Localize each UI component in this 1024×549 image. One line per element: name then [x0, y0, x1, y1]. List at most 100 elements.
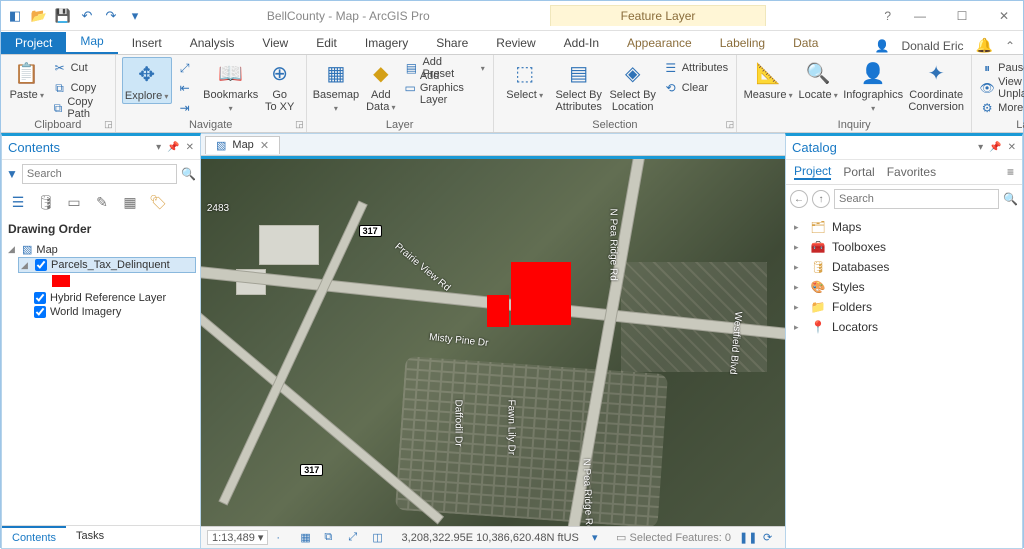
status-tool-4-icon[interactable]: ⤢: [348, 531, 364, 544]
status-tool-2-icon[interactable]: ▦: [300, 531, 316, 544]
clear-button[interactable]: ⟲Clear: [662, 79, 730, 97]
layer-visibility-checkbox[interactable]: [34, 292, 46, 304]
filter-icon[interactable]: ▼: [6, 167, 18, 181]
coords-menu-icon[interactable]: ▾: [592, 531, 608, 544]
catalog-item-maps[interactable]: ▸🗂Maps: [792, 217, 1016, 237]
tab-view[interactable]: View: [248, 32, 302, 54]
redo-icon[interactable]: ↷: [101, 6, 121, 26]
tab-addin[interactable]: Add-In: [550, 32, 613, 54]
catalog-search-input[interactable]: [834, 189, 999, 209]
viewunplaced-button[interactable]: 👁View Unplaced: [978, 79, 1024, 97]
expand-icon[interactable]: ▸: [794, 262, 804, 273]
expand-icon[interactable]: ▸: [794, 282, 804, 293]
addgraphics-button[interactable]: ▭Add Graphics Layer: [402, 79, 486, 97]
tab-labeling[interactable]: Labeling: [706, 32, 779, 54]
open-project-icon[interactable]: 📂: [29, 6, 49, 26]
navigate-launcher-icon[interactable]: ◲: [295, 119, 304, 130]
list-labeling-icon[interactable]: 🏷: [148, 192, 168, 212]
map-tab[interactable]: ▧ Map ✕: [205, 136, 280, 154]
attributes-button[interactable]: ☰Attributes: [662, 59, 730, 77]
basemap-button[interactable]: ▦Basemap: [313, 57, 359, 115]
expand-icon[interactable]: ▸: [794, 242, 804, 253]
tab-imagery[interactable]: Imagery: [351, 32, 422, 54]
bottom-tab-tasks[interactable]: Tasks: [66, 526, 114, 548]
app-menu-icon[interactable]: ◧: [5, 6, 25, 26]
catalog-item-toolboxes[interactable]: ▸🧰Toolboxes: [792, 237, 1016, 257]
selection-launcher-icon[interactable]: ◲: [726, 119, 735, 130]
gotoxy-button[interactable]: ⊕ Go To XY: [260, 57, 300, 113]
layer-visibility-checkbox[interactable]: [34, 306, 46, 318]
layer-visibility-checkbox[interactable]: [35, 259, 47, 271]
tab-project[interactable]: Project: [1, 32, 66, 54]
tab-insert[interactable]: Insert: [118, 32, 176, 54]
list-selection-icon[interactable]: ▭: [64, 192, 84, 212]
user-icon[interactable]: 👤: [875, 39, 890, 53]
clipboard-launcher-icon[interactable]: ◲: [104, 119, 113, 130]
selectbyloc-button[interactable]: ◈Select By Location: [608, 57, 658, 113]
expand-icon[interactable]: ▸: [794, 222, 804, 233]
bookmarks-button[interactable]: 📖 Bookmarks: [206, 57, 256, 115]
contents-close-icon[interactable]: ✕: [186, 142, 194, 153]
catalog-close-icon[interactable]: ✕: [1008, 142, 1016, 153]
catalog-tab-portal[interactable]: Portal: [843, 165, 874, 179]
save-icon[interactable]: 💾: [53, 6, 73, 26]
list-source-icon[interactable]: 🛢: [36, 192, 56, 212]
map-tab-close-icon[interactable]: ✕: [260, 139, 269, 152]
copy-button[interactable]: ⧉Copy: [51, 79, 109, 97]
tab-share[interactable]: Share: [422, 32, 482, 54]
adddata-button[interactable]: ◆Add Data: [363, 57, 398, 114]
pause-draw-icon[interactable]: ❚❚: [739, 531, 755, 544]
qat-dropdown-icon[interactable]: ▾: [125, 6, 145, 26]
bottom-tab-contents[interactable]: Contents: [2, 526, 66, 548]
paste-button[interactable]: 📋 Paste: [7, 57, 47, 102]
tab-edit[interactable]: Edit: [302, 32, 351, 54]
list-drawing-order-icon[interactable]: ☰: [8, 192, 28, 212]
status-tool-5-icon[interactable]: ◫: [372, 531, 388, 544]
catalog-up-icon[interactable]: ↑: [812, 190, 830, 208]
catalog-dropdown-icon[interactable]: ▾: [978, 142, 983, 153]
catalog-item-folders[interactable]: ▸📁Folders: [792, 297, 1016, 317]
parcel-feature[interactable]: [487, 295, 509, 327]
expand-icon[interactable]: ▸: [794, 322, 804, 333]
expand-icon[interactable]: ◢: [21, 260, 31, 271]
tab-appearance[interactable]: Appearance: [613, 32, 706, 54]
contents-dropdown-icon[interactable]: ▾: [156, 142, 161, 153]
cut-button[interactable]: ✂Cut: [51, 59, 109, 77]
notifications-icon[interactable]: 🔔: [976, 37, 993, 54]
catalog-back-icon[interactable]: ←: [790, 190, 808, 208]
infographics-button[interactable]: 👤Infographics: [843, 57, 903, 115]
maximize-button[interactable]: ☐: [949, 6, 975, 26]
contents-search-input[interactable]: [22, 164, 177, 184]
contents-pin-icon[interactable]: 📌: [167, 142, 179, 153]
list-snapping-icon[interactable]: ▦: [120, 192, 140, 212]
catalog-item-styles[interactable]: ▸🎨Styles: [792, 277, 1016, 297]
expand-icon[interactable]: ▸: [794, 302, 804, 313]
full-extent-button[interactable]: ⤢: [176, 59, 202, 77]
undo-icon[interactable]: ↶: [77, 6, 97, 26]
coord-button[interactable]: ✦Coordinate Conversion: [907, 57, 965, 113]
search-icon[interactable]: 🔍: [181, 167, 196, 181]
explore-button[interactable]: ✥ Explore: [122, 57, 172, 104]
measure-button[interactable]: 📐Measure: [743, 57, 793, 102]
map-canvas[interactable]: 317 317 N Pea Ridge Rd N Pea Ridge Rd Mi…: [201, 156, 785, 526]
catalog-menu-icon[interactable]: ≡: [1007, 165, 1014, 179]
more-button[interactable]: ⚙More ▾: [978, 99, 1024, 117]
status-tool-3-icon[interactable]: ⧉: [324, 531, 340, 544]
help-icon[interactable]: ?: [884, 9, 891, 23]
tab-analysis[interactable]: Analysis: [176, 32, 249, 54]
tab-review[interactable]: Review: [482, 32, 549, 54]
catalog-item-databases[interactable]: ▸🛢Databases: [792, 257, 1016, 277]
layer-symbol-swatch[interactable]: [52, 275, 70, 287]
prev-extent-button[interactable]: ⇤: [176, 79, 202, 97]
map-node[interactable]: ◢ ▧ Map: [6, 242, 196, 257]
catalog-tab-project[interactable]: Project: [794, 164, 831, 180]
select-button[interactable]: ⬚Select: [500, 57, 550, 102]
copypath-button[interactable]: ⧉Copy Path: [51, 99, 109, 117]
catalog-item-locators[interactable]: ▸📍Locators: [792, 317, 1016, 337]
refresh-icon[interactable]: ⟳: [763, 531, 779, 544]
expand-icon[interactable]: ◢: [8, 244, 18, 255]
tab-map[interactable]: Map: [66, 30, 117, 54]
selected-features-icon[interactable]: ▭: [616, 532, 626, 544]
close-button[interactable]: ✕: [991, 6, 1017, 26]
parcel-feature[interactable]: [511, 295, 571, 325]
